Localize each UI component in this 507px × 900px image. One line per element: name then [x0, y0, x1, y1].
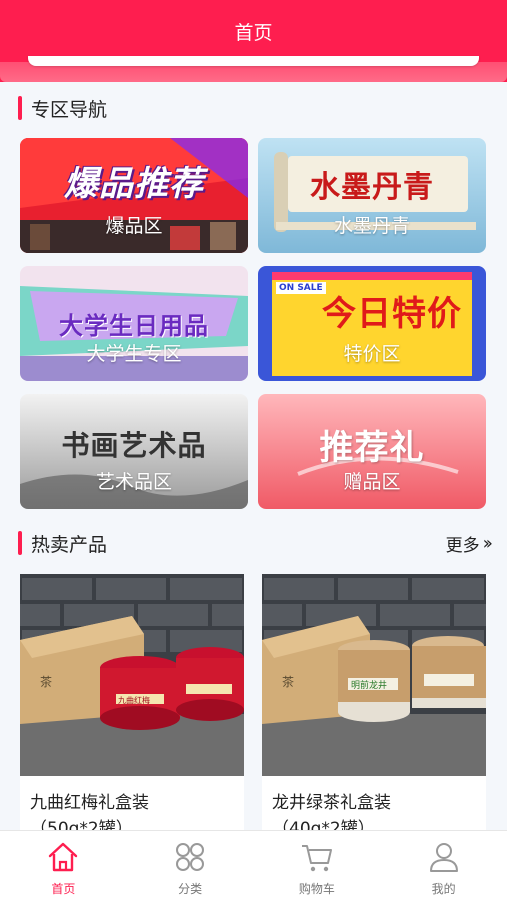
zone-caption: 爆品区 [105, 215, 163, 237]
user-icon [429, 843, 458, 872]
zone-banner-text: 书画艺术品 [61, 429, 207, 462]
section-title: 热卖产品 [31, 533, 108, 556]
zone-caption: 大学生专区 [86, 343, 182, 365]
tab-mine[interactable]: 我的 [380, 831, 507, 900]
svg-text:茶: 茶 [282, 674, 294, 689]
tab-label: 分类 [178, 882, 203, 896]
tin-label: 明前龙井 [351, 679, 387, 691]
section-accent-bar [18, 96, 22, 120]
tab-home[interactable]: 首页 [0, 831, 127, 900]
search-bar-edge[interactable] [28, 56, 479, 66]
zone-card-hot[interactable]: 爆品推荐 爆品区 [20, 138, 248, 253]
app-header: 首页 [0, 0, 507, 62]
product-image: 茶 明前龙井 [262, 574, 486, 776]
cart-icon [301, 845, 332, 872]
zone-card-sale[interactable]: ON SALE 今日特价 特价区 [258, 266, 486, 381]
zone-caption: 水墨丹青 [333, 215, 410, 237]
zone-caption: 赠品区 [343, 471, 401, 493]
zone-banner-text: 推荐礼 [319, 428, 425, 468]
bottom-tab-bar: 首页 分类 购物车 我的 [0, 830, 507, 900]
double-chevron-right-icon: ›› [482, 532, 494, 554]
tin-label: 九曲红梅 [118, 695, 150, 705]
section-accent-bar [18, 531, 22, 555]
tab-category[interactable]: 分类 [127, 831, 254, 900]
category-icon [176, 843, 205, 871]
product-image: 茶 九曲红梅 [20, 574, 244, 776]
zone-card-student[interactable]: 大学生日用品 大学生专区 [20, 266, 248, 381]
zones-section-header: 专区导航 [18, 94, 489, 122]
zone-caption: 艺术品区 [95, 471, 172, 493]
zone-caption: 特价区 [343, 343, 401, 365]
zone-banner-text: 大学生日用品 [59, 311, 209, 340]
home-icon [49, 842, 78, 872]
page-title: 首页 [234, 21, 273, 44]
svg-text:茶: 茶 [40, 674, 52, 689]
section-title: 专区导航 [31, 98, 108, 121]
zone-banner-text: 爆品推荐 [64, 164, 204, 204]
tab-label: 首页 [51, 882, 76, 896]
tab-cart[interactable]: 购物车 [254, 831, 381, 900]
product-card[interactable]: 茶 明前龙井 龙井绿茶礼盒装 （40g*2罐） [262, 574, 486, 836]
product-name-line1: 龙井绿茶礼盒装 [272, 793, 391, 813]
more-label: 更多 [445, 535, 480, 556]
zone-banner-text: 水墨丹青 [310, 170, 434, 205]
more-link[interactable]: 更多 ›› [445, 531, 494, 556]
zone-card-gift[interactable]: 推荐礼 赠品区 [258, 394, 486, 509]
zone-card-ink[interactable]: 水墨丹青 水墨丹青 [258, 138, 486, 253]
tab-label: 我的 [431, 882, 456, 896]
product-card[interactable]: 茶 九曲红梅 九曲红梅礼盒装 （50g*2罐） [20, 574, 244, 836]
zone-card-art[interactable]: 书画艺术品 艺术品区 [20, 394, 248, 509]
product-name-line1: 九曲红梅礼盒装 [30, 793, 149, 813]
tab-label: 购物车 [298, 882, 335, 896]
zone-banner-text: 今日特价 [322, 294, 462, 334]
hot-section-header: 热卖产品 更多 ›› [18, 529, 494, 557]
